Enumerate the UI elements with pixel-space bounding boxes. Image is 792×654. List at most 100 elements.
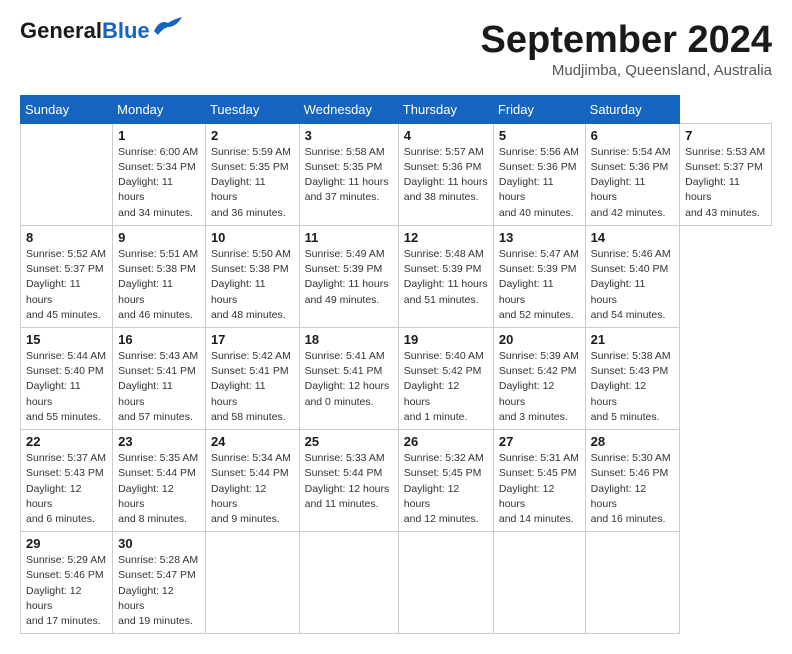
day-info: Sunrise: 5:57 AMSunset: 5:36 PMDaylight:…: [404, 145, 488, 206]
month-title: September 2024: [481, 20, 773, 62]
day-info: Sunrise: 5:40 AMSunset: 5:42 PMDaylight:…: [404, 349, 488, 425]
col-header-monday: Monday: [113, 95, 206, 123]
calendar-cell: 23Sunrise: 5:35 AMSunset: 5:44 PMDayligh…: [113, 430, 206, 532]
location-subtitle: Mudjimba, Queensland, Australia: [481, 62, 773, 79]
day-number: 20: [499, 332, 580, 347]
day-number: 1: [118, 128, 200, 143]
calendar-cell: 1 Sunrise: 6:00 AMSunset: 5:34 PMDaylight…: [113, 123, 206, 225]
col-header-sunday: Sunday: [21, 95, 113, 123]
col-header-wednesday: Wednesday: [299, 95, 398, 123]
calendar-cell: 26 Sunrise: 5:32 AMSunset: 5:45 PMDayligh…: [398, 430, 493, 532]
day-number: 26: [404, 434, 488, 449]
page-header: GeneralBlue September 2024 Mudjimba, Que…: [20, 20, 772, 79]
day-info: Sunrise: 6:00 AMSunset: 5:34 PMDaylight:…: [118, 145, 200, 221]
day-info: Sunrise: 5:34 AMSunset: 5:44 PMDaylight:…: [211, 451, 294, 527]
day-number: 2: [211, 128, 294, 143]
calendar-cell: 30 Sunrise: 5:28 AMSunset: 5:47 PMDayligh…: [113, 532, 206, 634]
day-number: 14: [591, 230, 674, 245]
day-number: 12: [404, 230, 488, 245]
calendar-cell: 15 Sunrise: 5:44 AMSunset: 5:40 PMDayligh…: [21, 327, 113, 429]
day-info: Sunrise: 5:47 AMSunset: 5:39 PMDaylight:…: [499, 247, 580, 323]
calendar-cell: 12Sunrise: 5:48 AMSunset: 5:39 PMDayligh…: [398, 225, 493, 327]
calendar-cell: 10 Sunrise: 5:50 AMSunset: 5:38 PMDayligh…: [205, 225, 299, 327]
calendar-cell: 17Sunrise: 5:42 AMSunset: 5:41 PMDayligh…: [205, 327, 299, 429]
day-info: Sunrise: 5:44 AMSunset: 5:40 PMDaylight:…: [26, 349, 107, 425]
calendar-cell: 13 Sunrise: 5:47 AMSunset: 5:39 PMDayligh…: [493, 225, 585, 327]
day-info: Sunrise: 5:43 AMSunset: 5:41 PMDaylight:…: [118, 349, 200, 425]
day-info: Sunrise: 5:54 AMSunset: 5:36 PMDaylight:…: [591, 145, 674, 221]
day-number: 13: [499, 230, 580, 245]
calendar-cell: 24 Sunrise: 5:34 AMSunset: 5:44 PMDayligh…: [205, 430, 299, 532]
day-info: Sunrise: 5:32 AMSunset: 5:45 PMDaylight:…: [404, 451, 488, 527]
calendar-cell: 29 Sunrise: 5:29 AMSunset: 5:46 PMDayligh…: [21, 532, 113, 634]
day-number: 8: [26, 230, 107, 245]
calendar-cell: 9 Sunrise: 5:51 AMSunset: 5:38 PMDaylight…: [113, 225, 206, 327]
day-number: 15: [26, 332, 107, 347]
calendar-cell: 14 Sunrise: 5:46 AMSunset: 5:40 PMDayligh…: [585, 225, 679, 327]
day-info: Sunrise: 5:42 AMSunset: 5:41 PMDaylight:…: [211, 349, 294, 425]
day-number: 4: [404, 128, 488, 143]
calendar-cell: 6 Sunrise: 5:54 AMSunset: 5:36 PMDaylight…: [585, 123, 679, 225]
week-row-1: 1 Sunrise: 6:00 AMSunset: 5:34 PMDaylight…: [21, 123, 772, 225]
col-header-tuesday: Tuesday: [205, 95, 299, 123]
logo-text: GeneralBlue: [20, 20, 150, 42]
day-info: Sunrise: 5:59 AMSunset: 5:35 PMDaylight:…: [211, 145, 294, 221]
day-number: 6: [591, 128, 674, 143]
day-info: Sunrise: 5:29 AMSunset: 5:46 PMDaylight:…: [26, 553, 107, 629]
calendar-cell: [205, 532, 299, 634]
day-info: Sunrise: 5:51 AMSunset: 5:38 PMDaylight:…: [118, 247, 200, 323]
day-info: Sunrise: 5:39 AMSunset: 5:42 PMDaylight:…: [499, 349, 580, 425]
day-info: Sunrise: 5:50 AMSunset: 5:38 PMDaylight:…: [211, 247, 294, 323]
calendar-cell: [493, 532, 585, 634]
day-number: 16: [118, 332, 200, 347]
calendar-cell: 8 Sunrise: 5:52 AMSunset: 5:37 PMDaylight…: [21, 225, 113, 327]
day-number: 28: [591, 434, 674, 449]
week-row-5: 29 Sunrise: 5:29 AMSunset: 5:46 PMDayligh…: [21, 532, 772, 634]
calendar-cell: 19 Sunrise: 5:40 AMSunset: 5:42 PMDayligh…: [398, 327, 493, 429]
calendar-cell: 27Sunrise: 5:31 AMSunset: 5:45 PMDayligh…: [493, 430, 585, 532]
day-number: 9: [118, 230, 200, 245]
calendar-cell: [585, 532, 679, 634]
calendar-cell: 18 Sunrise: 5:41 AMSunset: 5:41 PMDayligh…: [299, 327, 398, 429]
col-header-saturday: Saturday: [585, 95, 679, 123]
day-number: 5: [499, 128, 580, 143]
week-row-3: 15 Sunrise: 5:44 AMSunset: 5:40 PMDayligh…: [21, 327, 772, 429]
day-info: Sunrise: 5:33 AMSunset: 5:44 PMDaylight:…: [305, 451, 393, 512]
calendar-cell: 3Sunrise: 5:58 AMSunset: 5:35 PMDaylight…: [299, 123, 398, 225]
logo-bird-icon: [154, 17, 182, 35]
col-header-friday: Friday: [493, 95, 585, 123]
day-number: 19: [404, 332, 488, 347]
day-info: Sunrise: 5:52 AMSunset: 5:37 PMDaylight:…: [26, 247, 107, 323]
day-number: 10: [211, 230, 294, 245]
calendar-header-row: SundayMondayTuesdayWednesdayThursdayFrid…: [21, 95, 772, 123]
day-number: 11: [305, 230, 393, 245]
day-info: Sunrise: 5:30 AMSunset: 5:46 PMDaylight:…: [591, 451, 674, 527]
day-info: Sunrise: 5:37 AMSunset: 5:43 PMDaylight:…: [26, 451, 107, 527]
calendar-cell: 25 Sunrise: 5:33 AMSunset: 5:44 PMDayligh…: [299, 430, 398, 532]
day-number: 25: [305, 434, 393, 449]
day-number: 27: [499, 434, 580, 449]
day-info: Sunrise: 5:46 AMSunset: 5:40 PMDaylight:…: [591, 247, 674, 323]
day-info: Sunrise: 5:38 AMSunset: 5:43 PMDaylight:…: [591, 349, 674, 425]
day-info: Sunrise: 5:28 AMSunset: 5:47 PMDaylight:…: [118, 553, 200, 629]
calendar-cell: 11Sunrise: 5:49 AMSunset: 5:39 PMDayligh…: [299, 225, 398, 327]
day-number: 18: [305, 332, 393, 347]
calendar-cell: 16 Sunrise: 5:43 AMSunset: 5:41 PMDayligh…: [113, 327, 206, 429]
col-header-thursday: Thursday: [398, 95, 493, 123]
week-row-2: 8 Sunrise: 5:52 AMSunset: 5:37 PMDaylight…: [21, 225, 772, 327]
day-number: 29: [26, 536, 107, 551]
day-number: 24: [211, 434, 294, 449]
calendar-cell: [398, 532, 493, 634]
day-number: 22: [26, 434, 107, 449]
day-number: 30: [118, 536, 200, 551]
calendar-cell: [299, 532, 398, 634]
logo: GeneralBlue: [20, 20, 182, 42]
day-info: Sunrise: 5:53 AMSunset: 5:37 PMDaylight:…: [685, 145, 766, 221]
day-info: Sunrise: 5:41 AMSunset: 5:41 PMDaylight:…: [305, 349, 393, 410]
calendar-table: SundayMondayTuesdayWednesdayThursdayFrid…: [20, 95, 772, 634]
day-info: Sunrise: 5:56 AMSunset: 5:36 PMDaylight:…: [499, 145, 580, 221]
day-info: Sunrise: 5:35 AMSunset: 5:44 PMDaylight:…: [118, 451, 200, 527]
calendar-cell: [21, 123, 113, 225]
calendar-cell: 4 Sunrise: 5:57 AMSunset: 5:36 PMDaylight…: [398, 123, 493, 225]
calendar-cell: 22 Sunrise: 5:37 AMSunset: 5:43 PMDayligh…: [21, 430, 113, 532]
